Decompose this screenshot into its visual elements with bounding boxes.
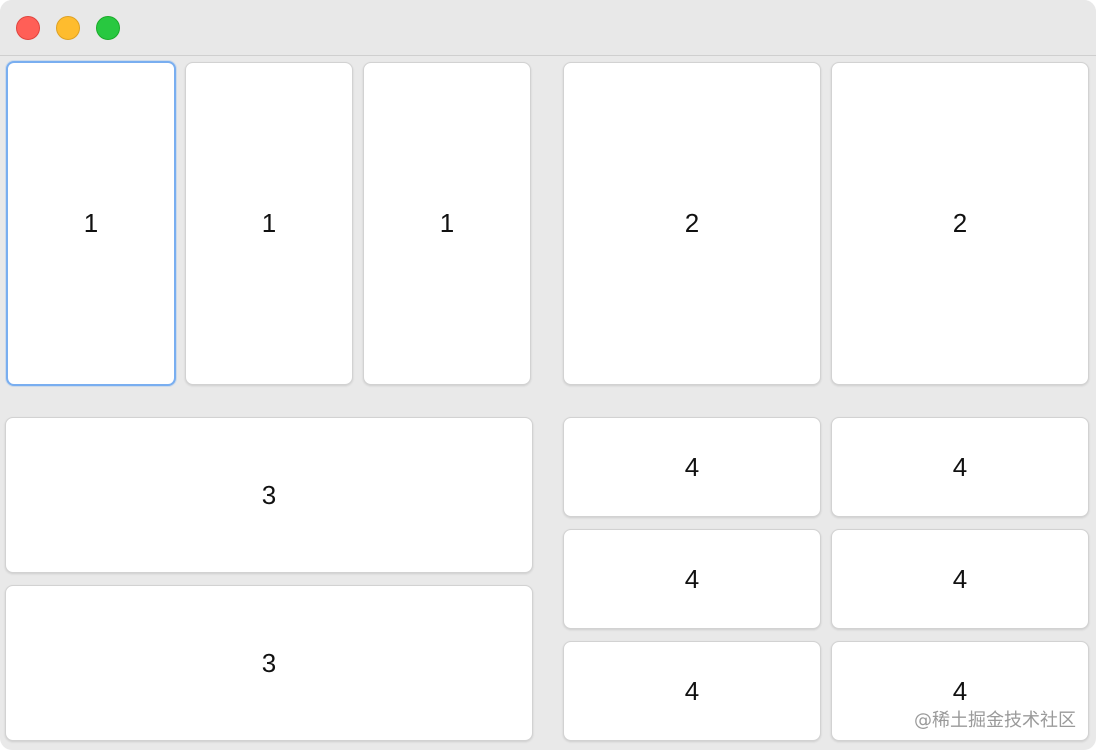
card-label: 3 (261, 479, 277, 510)
watermark-text: @稀土掘金技术社区 (914, 710, 1076, 731)
card-3-b[interactable]: 3 (5, 585, 533, 741)
card-4-a[interactable]: 4 (563, 417, 821, 517)
app-window: 1 1 1 2 2 3 3 4 4 4 4 4 4 @稀土掘金技术社区 (0, 0, 1096, 750)
card-label: 4 (684, 563, 700, 594)
card-4-c[interactable]: 4 (563, 529, 821, 629)
minimize-window-button[interactable] (56, 16, 80, 40)
card-4-e[interactable]: 4 (563, 641, 821, 741)
close-window-button[interactable] (16, 16, 40, 40)
card-1-c[interactable]: 1 (363, 62, 531, 385)
card-label: 1 (261, 208, 277, 238)
card-1-a[interactable]: 1 (6, 61, 176, 386)
card-label: 2 (684, 208, 700, 238)
title-bar (0, 0, 1096, 56)
card-label: 4 (684, 675, 700, 706)
card-4-b[interactable]: 4 (831, 417, 1089, 517)
card-label: 3 (261, 647, 277, 678)
card-label: 2 (952, 208, 968, 238)
card-label: 1 (83, 208, 99, 238)
card-2-b[interactable]: 2 (831, 62, 1089, 385)
card-label: 4 (684, 451, 700, 482)
card-label: 4 (952, 563, 968, 594)
card-1-b[interactable]: 1 (185, 62, 353, 385)
card-label: 1 (439, 208, 455, 238)
maximize-window-button[interactable] (96, 16, 120, 40)
card-3-a[interactable]: 3 (5, 417, 533, 573)
card-label: 4 (952, 675, 968, 706)
card-label: 4 (952, 451, 968, 482)
card-4-d[interactable]: 4 (831, 529, 1089, 629)
card-2-a[interactable]: 2 (563, 62, 821, 385)
